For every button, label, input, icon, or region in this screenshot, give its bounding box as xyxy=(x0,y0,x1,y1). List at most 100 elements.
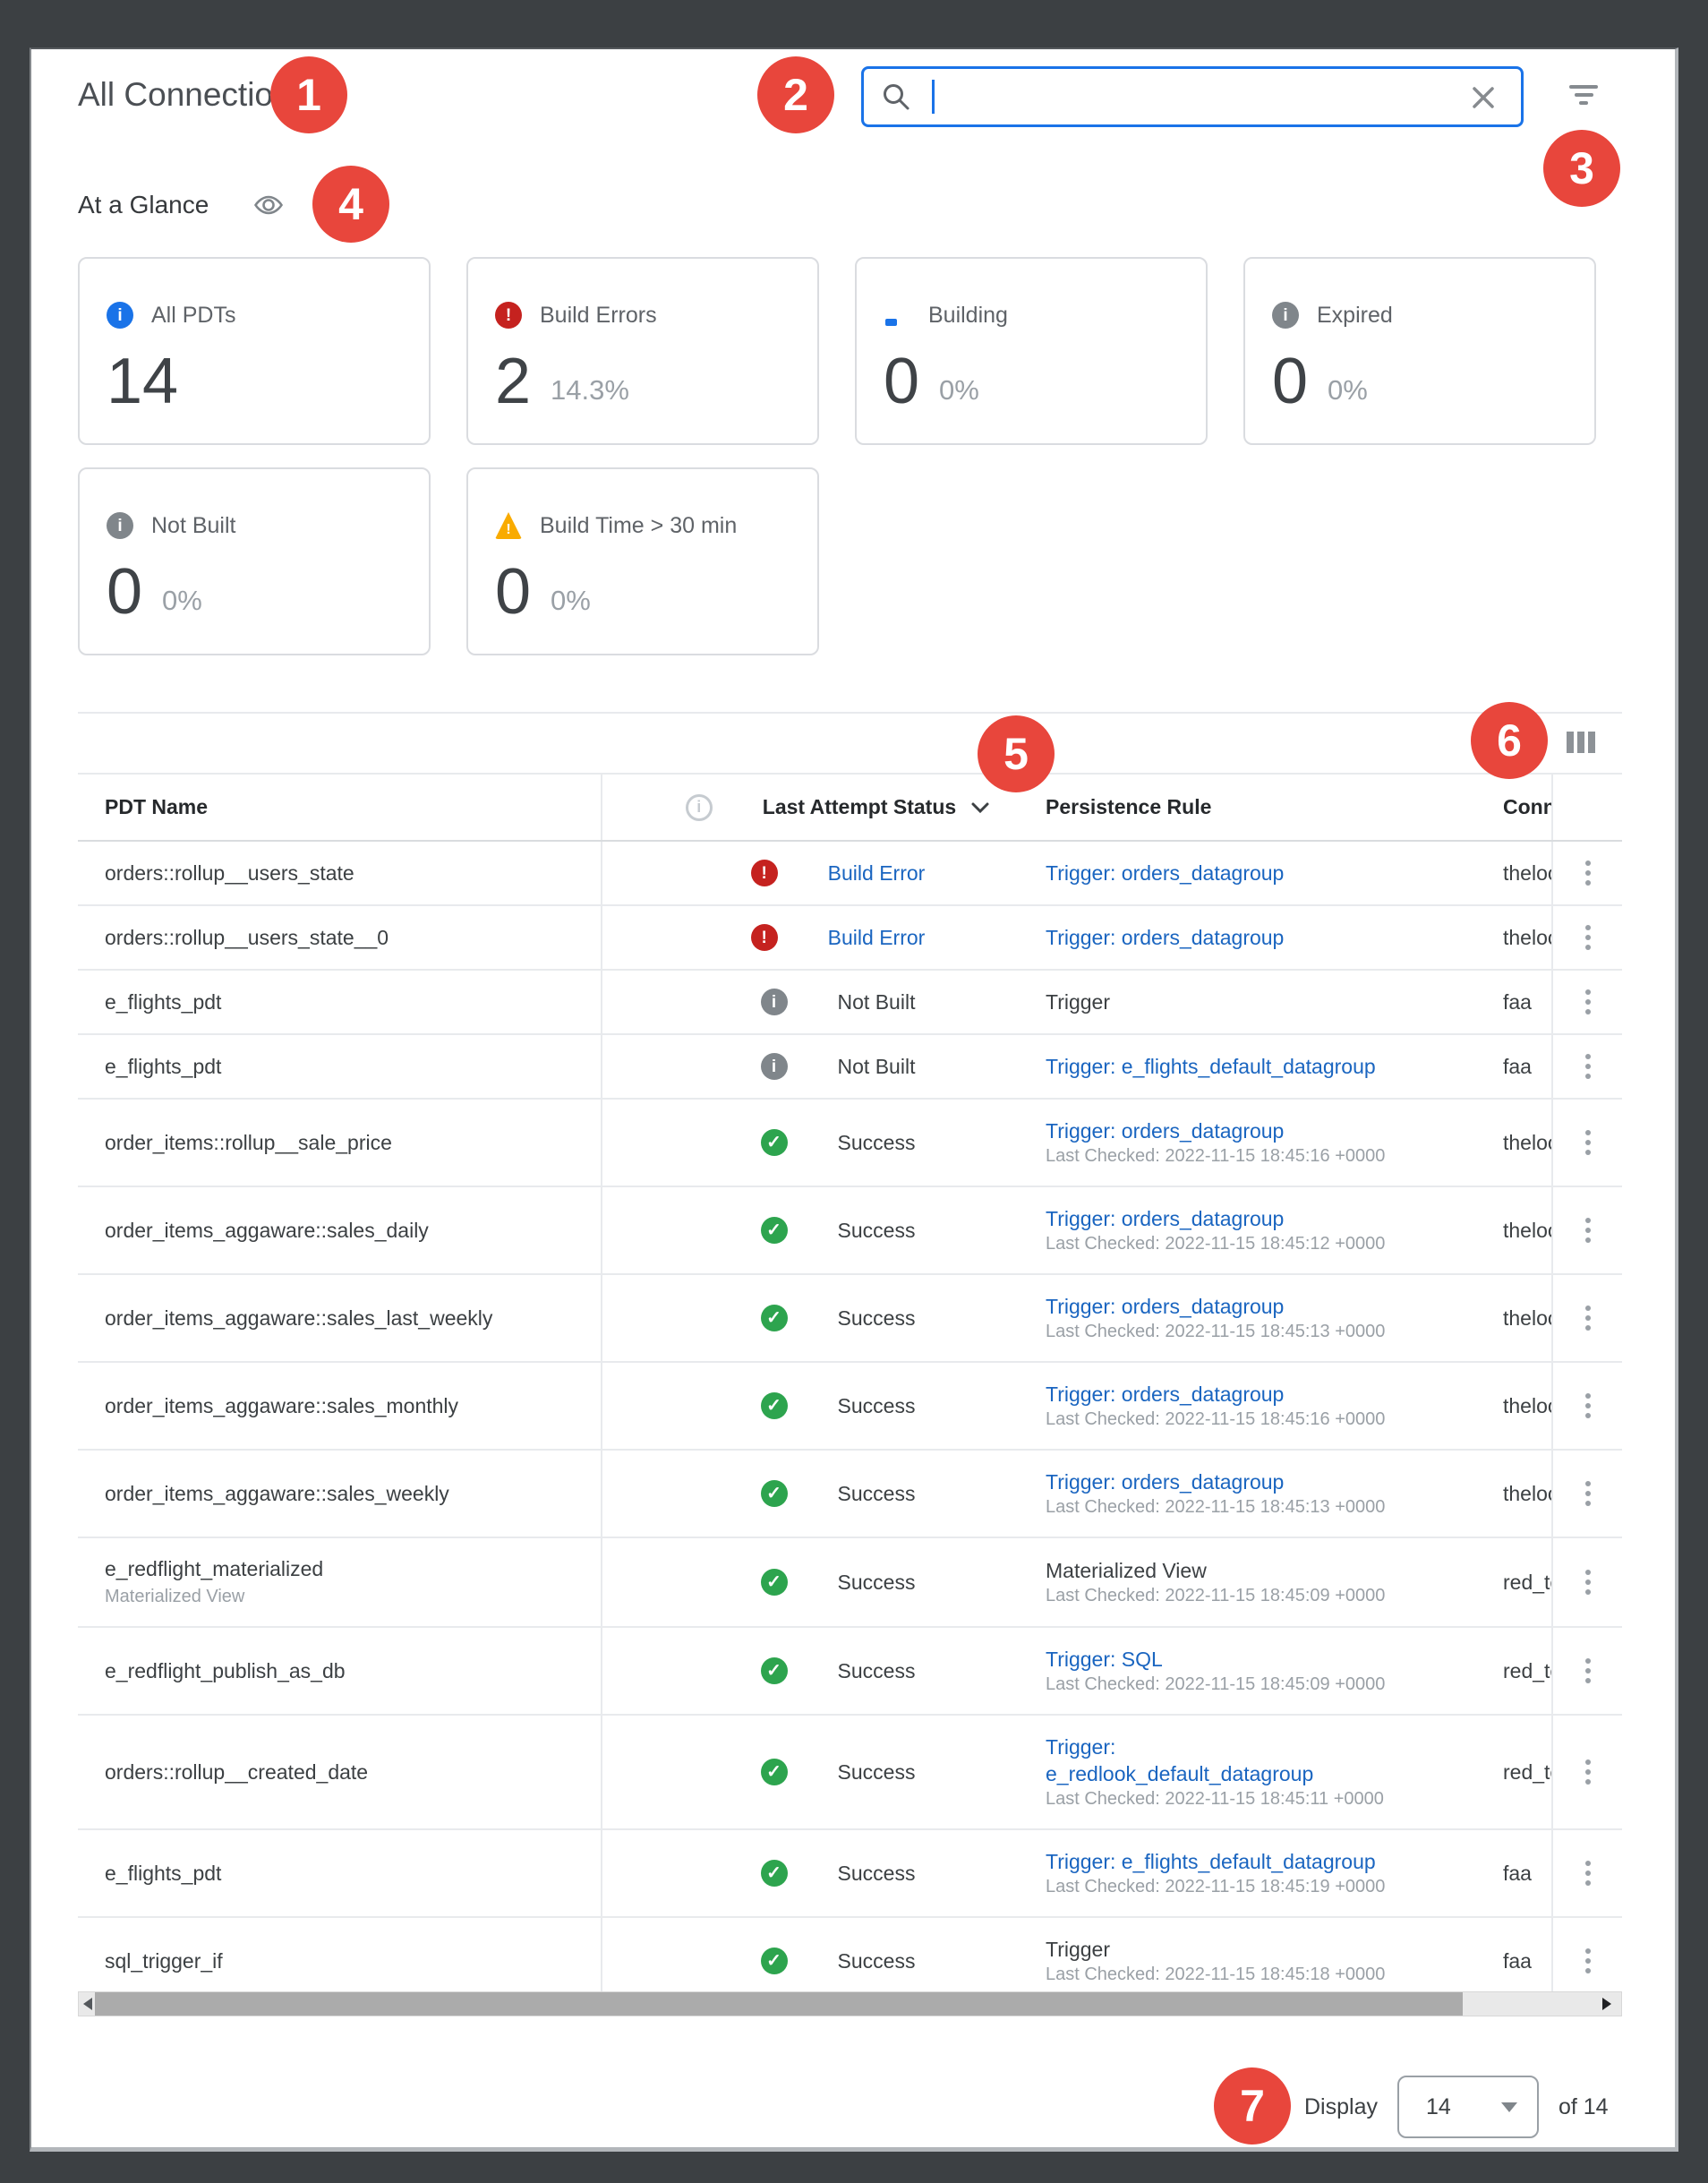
stat-card[interactable]: Not Built 0 0% xyxy=(78,467,431,655)
status-icon xyxy=(761,1129,788,1156)
pdt-name: orders::rollup__created_date xyxy=(105,1759,579,1785)
table-row: order_items_aggaware::sales_monthly Succ… xyxy=(78,1363,1622,1451)
column-header-connection[interactable]: Connection xyxy=(1503,775,1553,840)
kebab-menu-icon[interactable] xyxy=(1585,1130,1591,1155)
select-columns-icon[interactable] xyxy=(1567,732,1595,753)
status-icon xyxy=(751,860,778,886)
persistence-rule[interactable]: Trigger xyxy=(1046,1936,1494,1963)
persistence-rule[interactable]: Trigger: orders_datagroup xyxy=(1046,1293,1494,1320)
stat-percent: 0% xyxy=(1328,374,1368,407)
kebab-menu-icon[interactable] xyxy=(1585,1570,1591,1595)
page-size-dropdown[interactable]: 14 xyxy=(1397,2076,1539,2138)
connection-name: thelook xyxy=(1503,1482,1551,1506)
dropdown-caret-icon xyxy=(1501,2102,1517,2112)
scroll-right-arrow-icon[interactable] xyxy=(1602,1998,1611,2010)
kebab-menu-icon[interactable] xyxy=(1585,1658,1591,1683)
persistence-rule[interactable]: Trigger: orders_datagroup xyxy=(1046,1117,1494,1144)
annotation-badge: 3 xyxy=(1543,130,1620,207)
eye-icon[interactable] xyxy=(252,193,286,218)
pdt-name: orders::rollup__users_state xyxy=(105,860,579,886)
stat-card[interactable]: All PDTs 14 xyxy=(78,257,431,445)
persistence-rule[interactable]: Trigger: orders_datagroup xyxy=(1046,1381,1494,1408)
stat-card[interactable]: Build Time > 30 min 0 0% xyxy=(466,467,819,655)
status-label[interactable]: Build Error xyxy=(828,926,926,950)
kebab-menu-icon[interactable] xyxy=(1585,860,1591,886)
annotation-badge: 6 xyxy=(1471,702,1548,779)
status-label[interactable]: Build Error xyxy=(828,861,926,886)
kebab-menu-icon[interactable] xyxy=(1585,1218,1591,1243)
kebab-menu-icon[interactable] xyxy=(1585,989,1591,1014)
kebab-menu-icon[interactable] xyxy=(1585,925,1591,950)
annotation-badge: 7 xyxy=(1214,2067,1291,2144)
scroll-left-arrow-icon[interactable] xyxy=(83,1998,92,2010)
persistence-rule[interactable]: Materialized View xyxy=(1046,1557,1494,1584)
pdt-name: order_items_aggaware::sales_weekly xyxy=(105,1481,579,1506)
kebab-menu-icon[interactable] xyxy=(1585,1054,1591,1079)
persistence-rule[interactable]: Trigger xyxy=(1046,989,1494,1015)
status-label[interactable]: Success xyxy=(838,1131,916,1155)
horizontal-scrollbar[interactable] xyxy=(78,1991,1622,2016)
kebab-menu-icon[interactable] xyxy=(1585,1481,1591,1506)
status-label[interactable]: Success xyxy=(838,1306,916,1331)
persistence-rule[interactable]: Trigger: e_flights_default_datagroup xyxy=(1046,1848,1494,1875)
persistence-rule[interactable]: Trigger: e_flights_default_datagroup xyxy=(1046,1053,1494,1080)
stat-label: Build Errors xyxy=(540,303,657,329)
persistence-rule[interactable]: Trigger: SQL xyxy=(1046,1646,1494,1673)
status-label[interactable]: Success xyxy=(838,1219,916,1243)
kebab-menu-icon[interactable] xyxy=(1585,1948,1591,1973)
column-header-status[interactable]: Last Attempt Status xyxy=(602,775,1046,840)
status-icon xyxy=(761,989,788,1015)
persistence-rule[interactable]: Trigger: orders_datagroup xyxy=(1046,924,1494,951)
status-label[interactable]: Success xyxy=(838,1571,916,1595)
column-header-pdt-name[interactable]: PDT Name xyxy=(78,775,602,840)
annotation-badge: 1 xyxy=(270,56,347,133)
table-row: orders::rollup__users_state__0 Build Err… xyxy=(78,906,1622,971)
status-label[interactable]: Success xyxy=(838,1659,916,1683)
status-icon xyxy=(761,1759,788,1785)
status-label[interactable]: Success xyxy=(838,1394,916,1418)
pdt-name: e_redflight_publish_as_db xyxy=(105,1658,579,1683)
status-label[interactable]: Success xyxy=(838,1862,916,1886)
status-label[interactable]: Success xyxy=(838,1482,916,1506)
status-label[interactable]: Not Built xyxy=(838,1055,916,1079)
connection-name: thelook xyxy=(1503,1394,1551,1418)
kebab-menu-icon[interactable] xyxy=(1585,1306,1591,1331)
status-icon xyxy=(761,1305,788,1331)
stat-label: Expired xyxy=(1317,303,1393,329)
persistence-rule[interactable]: Trigger: orders_datagroup xyxy=(1046,1205,1494,1232)
persistence-rule[interactable]: Trigger: orders_datagroup xyxy=(1046,1468,1494,1495)
annotation-badge: 4 xyxy=(312,166,389,243)
status-label[interactable]: Not Built xyxy=(838,990,916,1014)
stat-card[interactable]: Building 0 0% xyxy=(855,257,1208,445)
persistence-rule[interactable]: Trigger: orders_datagroup xyxy=(1046,860,1494,886)
info-outline-icon xyxy=(686,794,713,821)
stat-value: 14 xyxy=(107,348,178,415)
stat-value: 0 xyxy=(495,559,531,625)
status-icon xyxy=(761,1569,788,1596)
search-input[interactable] xyxy=(935,69,1521,124)
pdt-name: e_flights_pdt xyxy=(105,1861,579,1886)
connection-name: red_te xyxy=(1503,1659,1551,1683)
kebab-menu-icon[interactable] xyxy=(1585,1759,1591,1785)
last-checked-label: Last Checked: 2022-11-15 18:45:19 +0000 xyxy=(1046,1875,1494,1898)
stat-card[interactable]: Expired 0 0% xyxy=(1243,257,1596,445)
kebab-menu-icon[interactable] xyxy=(1585,1861,1591,1886)
status-icon xyxy=(761,1948,788,1974)
pagination-bar: Display 14 of 14 xyxy=(1304,2075,1609,2139)
status-label[interactable]: Success xyxy=(838,1760,916,1785)
sort-chevron-icon xyxy=(970,801,990,814)
clear-search-icon[interactable] xyxy=(1469,83,1498,112)
connection-name: faa xyxy=(1503,1949,1551,1973)
column-header-rule[interactable]: Persistence Rule xyxy=(1046,775,1503,840)
stat-card[interactable]: Build Errors 2 14.3% xyxy=(466,257,819,445)
status-label[interactable]: Success xyxy=(838,1949,916,1973)
persistence-rule[interactable]: Trigger:e_redlook_default_datagroup xyxy=(1046,1734,1494,1787)
stat-value: 0 xyxy=(1272,348,1308,415)
filter-icon[interactable] xyxy=(1568,85,1599,107)
table-row: order_items::rollup__sale_price Success … xyxy=(78,1100,1622,1187)
connection-name: red_te xyxy=(1503,1760,1551,1785)
pdt-subtitle: Materialized View xyxy=(105,1585,579,1608)
scrollbar-thumb[interactable] xyxy=(95,1992,1463,2016)
pdt-name: order_items_aggaware::sales_last_weekly xyxy=(105,1306,579,1331)
kebab-menu-icon[interactable] xyxy=(1585,1393,1591,1418)
